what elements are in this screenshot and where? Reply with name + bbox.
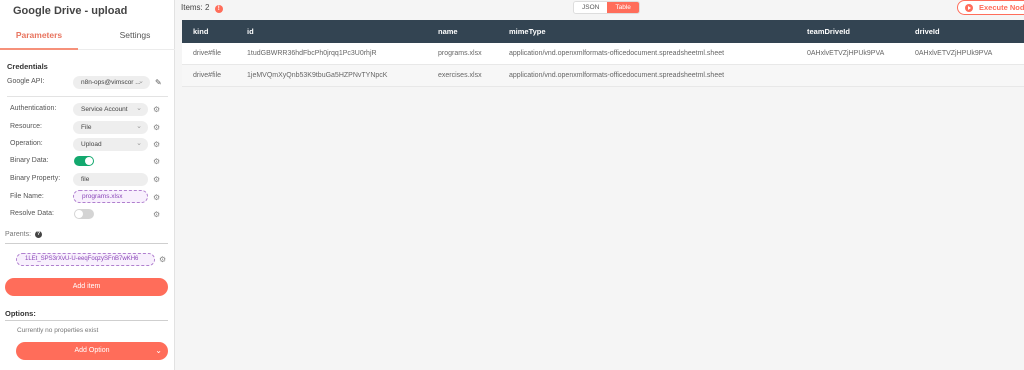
gears-icon[interactable]: ⚙	[153, 105, 160, 115]
cell-kind: drive#file	[193, 72, 222, 79]
cell-kind: drive#file	[193, 50, 222, 57]
view-switch: JSON Table	[573, 1, 640, 14]
chevron-down-icon: ⌄	[136, 123, 142, 130]
items-count-text: Items: 2	[181, 3, 210, 12]
column-header-id: id	[247, 27, 254, 36]
no-properties-text: Currently no properties exist	[17, 327, 99, 334]
cell-id: 1tudGBWRR36hdFbcPh0jrqq1Pc3U0rhjR	[247, 50, 377, 57]
gears-icon[interactable]: ⚙	[159, 255, 166, 265]
google-api-value: n8n-ops@vimscor ...	[81, 79, 141, 86]
binary-property-input[interactable]: file	[73, 173, 148, 186]
panel-tabs: Parameters Settings	[0, 24, 175, 50]
output-table: kind id name mimeType teamDriveId driveI…	[182, 20, 1024, 87]
divider	[5, 320, 168, 321]
play-icon	[965, 4, 973, 12]
file-name-label: File Name:	[10, 193, 44, 200]
operation-select[interactable]: Upload ⌄	[73, 138, 148, 151]
resolve-data-toggle[interactable]	[74, 209, 94, 219]
cell-name: exercises.xlsx	[438, 72, 482, 79]
tab-settings[interactable]: Settings	[96, 24, 174, 50]
gears-icon[interactable]: ⚙	[153, 140, 160, 150]
gears-icon[interactable]: ⚙	[153, 193, 160, 203]
operation-value: Upload	[81, 141, 102, 148]
file-name-expression-input[interactable]: programs.xlsx	[73, 190, 148, 203]
view-table-button[interactable]: Table	[607, 2, 639, 13]
resolve-data-label: Resolve Data:	[10, 210, 54, 217]
parents-label-text: Parents:	[5, 231, 32, 238]
divider	[5, 243, 168, 244]
gears-icon[interactable]: ⚙	[153, 157, 160, 167]
cell-mimetype: application/vnd.openxmlformats-officedoc…	[509, 50, 725, 57]
table-header: kind id name mimeType teamDriveId driveI…	[182, 20, 1024, 43]
file-name-value: programs.xlsx	[82, 193, 123, 200]
gears-icon[interactable]: ⚙	[153, 123, 160, 133]
pencil-icon[interactable]: ✎	[155, 78, 162, 88]
chevron-down-icon: ⌄	[136, 105, 142, 112]
cell-name: programs.xlsx	[438, 50, 482, 57]
authentication-label: Authentication:	[10, 105, 57, 112]
execute-node-label: Execute Node	[979, 3, 1024, 12]
column-header-teamdriveid: teamDriveId	[807, 27, 850, 36]
gears-icon[interactable]: ⚙	[153, 210, 160, 220]
chevron-down-icon: ⌄	[136, 140, 142, 147]
column-header-name: name	[438, 27, 458, 36]
tab-parameters[interactable]: Parameters	[0, 24, 78, 50]
authentication-value: Service Account	[81, 106, 128, 113]
table-row: drive#file 1tudGBWRR36hdFbcPh0jrqq1Pc3U0…	[182, 43, 1024, 65]
add-option-label: Add Option	[74, 347, 110, 354]
add-option-button[interactable]: Add Option ⌄	[16, 342, 168, 360]
parents-label: Parents: ?	[5, 231, 43, 238]
google-api-label: Google API:	[7, 78, 45, 85]
credentials-heading: Credentials	[7, 62, 48, 71]
cell-id: 1jeMVQmXyQnb53K9tbuGa5HZPNvTYNpcK	[247, 72, 388, 79]
resource-value: File	[81, 124, 92, 131]
authentication-select[interactable]: Service Account ⌄	[73, 103, 148, 116]
binary-property-value: file	[81, 176, 90, 183]
table-row: drive#file 1jeMVQmXyQnb53K9tbuGa5HZPNvTY…	[182, 65, 1024, 87]
binary-data-label: Binary Data:	[10, 157, 49, 164]
items-count: Items: 2 !	[181, 3, 223, 13]
resource-select[interactable]: File ⌄	[73, 121, 148, 134]
node-parameters-panel: Google Drive - upload Parameters Setting…	[0, 0, 175, 370]
google-api-select[interactable]: n8n-ops@vimscor ... ⌄	[73, 76, 150, 89]
binary-property-label: Binary Property:	[10, 175, 61, 182]
binary-data-toggle[interactable]	[74, 156, 94, 166]
cell-driveid: 0AHxlvETVZjHPUk9PVA	[915, 50, 993, 57]
cell-mimetype: application/vnd.openxmlformats-officedoc…	[509, 72, 725, 79]
add-item-button[interactable]: Add item	[5, 278, 168, 296]
options-heading: Options:	[5, 309, 36, 318]
resource-label: Resource:	[10, 123, 42, 130]
operation-label: Operation:	[10, 140, 43, 147]
column-header-kind: kind	[193, 27, 209, 36]
execute-node-button[interactable]: Execute Node	[957, 0, 1024, 15]
chevron-down-icon: ⌄	[138, 78, 144, 85]
column-header-driveid: driveId	[915, 27, 940, 36]
help-icon[interactable]: ?	[35, 231, 43, 238]
gears-icon[interactable]: ⚙	[153, 175, 160, 185]
app-root: Google Drive - upload Parameters Setting…	[0, 0, 1024, 370]
alert-badge-icon[interactable]: !	[214, 5, 223, 13]
parents-value: 1LEt_SPS3rXvU-U-eeqFoqzySFnB7wKH6	[25, 256, 139, 262]
parents-expression-input[interactable]: 1LEt_SPS3rXvU-U-eeqFoqzySFnB7wKH6	[16, 253, 155, 266]
divider	[7, 96, 168, 97]
view-json-button[interactable]: JSON	[574, 2, 608, 13]
cell-teamdriveid: 0AHxlvETVZjHPUk9PVA	[807, 50, 885, 57]
chevron-down-icon: ⌄	[155, 346, 162, 355]
column-header-mimetype: mimeType	[509, 27, 546, 36]
output-panel: Items: 2 ! JSON Table Execute Node kind …	[176, 0, 1024, 370]
node-title[interactable]: Google Drive - upload	[13, 5, 127, 17]
